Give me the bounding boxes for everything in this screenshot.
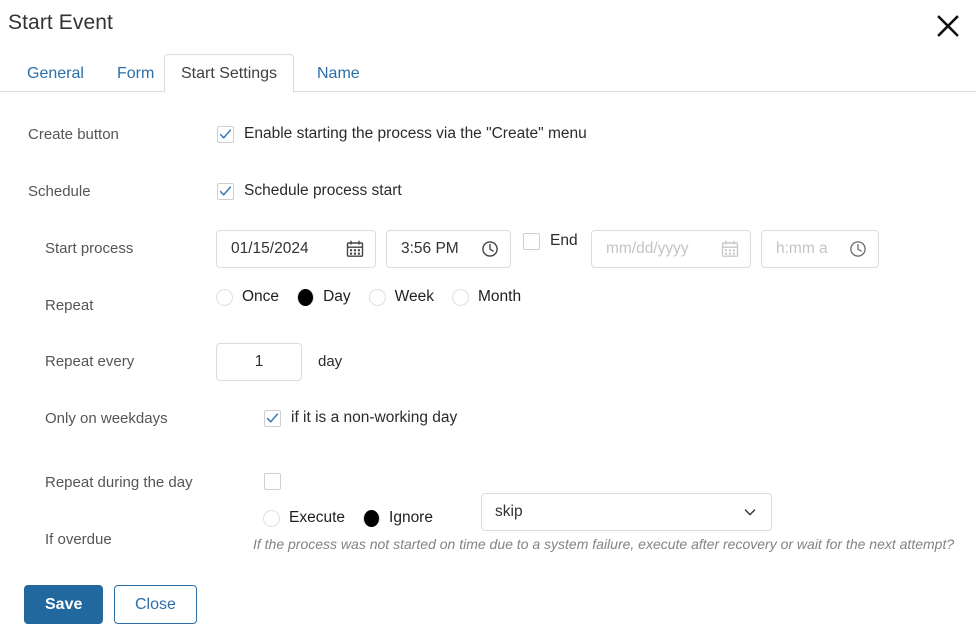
- if-overdue-radio-ignore[interactable]: [363, 509, 381, 527]
- if-overdue-label: If overdue: [45, 531, 112, 548]
- repeat-radio-day[interactable]: [297, 288, 315, 306]
- repeat-radio-once[interactable]: [216, 288, 233, 306]
- chevron-down-icon[interactable]: [743, 505, 771, 519]
- create-button-checkbox-label: Enable starting the process via the "Cre…: [244, 125, 587, 142]
- schedule-checkbox-label: Schedule process start: [244, 182, 402, 199]
- end-time-input[interactable]: h:mm a: [761, 230, 879, 268]
- repeat-during-day-checkbox[interactable]: [264, 473, 281, 490]
- calendar-icon-end[interactable]: [721, 240, 739, 258]
- tab-name[interactable]: Name: [300, 54, 377, 92]
- tab-name-label: Name: [317, 64, 360, 82]
- end-time-placeholder: h:mm a: [776, 240, 828, 257]
- repeat-option-week-label: Week: [394, 288, 434, 305]
- repeat-label: Repeat: [45, 297, 94, 314]
- tab-general[interactable]: General: [10, 54, 101, 92]
- non-working-day-select-value: skip: [495, 503, 523, 520]
- create-button-checkbox[interactable]: [217, 125, 234, 143]
- start-date-input[interactable]: 01/15/2024: [216, 230, 376, 268]
- tab-form-label: Form: [117, 64, 155, 82]
- schedule-label: Schedule: [28, 183, 91, 200]
- start-process-label: Start process: [45, 240, 134, 257]
- repeat-radio-group: Once Day Week Month: [216, 288, 539, 306]
- save-button[interactable]: Save: [24, 585, 104, 624]
- non-working-day-checkbox-label: if it is a non-working day: [291, 409, 458, 426]
- end-checkbox-wrap[interactable]: End: [523, 232, 578, 250]
- non-working-day-select[interactable]: skip: [481, 493, 772, 531]
- repeat-during-day-checkbox-wrap[interactable]: [264, 473, 281, 490]
- repeat-option-month[interactable]: Month: [451, 288, 522, 306]
- clock-icon[interactable]: [481, 240, 499, 258]
- only-on-weekdays-label: Only on weekdays: [45, 410, 168, 427]
- repeat-every-label: Repeat every: [45, 353, 135, 370]
- tab-general-label: General: [27, 64, 84, 82]
- repeat-every-unit: day: [318, 353, 343, 370]
- end-date-input[interactable]: mm/dd/yyyy: [591, 230, 751, 268]
- repeat-option-day-label: Day: [323, 288, 351, 305]
- tab-form[interactable]: Form: [100, 54, 171, 92]
- repeat-option-once[interactable]: Once: [216, 288, 279, 306]
- if-overdue-option-ignore-label: Ignore: [389, 509, 433, 526]
- create-button-label: Create button: [28, 126, 119, 143]
- clock-icon-end[interactable]: [849, 240, 867, 258]
- if-overdue-option-execute[interactable]: Execute: [263, 509, 345, 527]
- close-icon[interactable]: [932, 10, 964, 42]
- end-checkbox-label: End: [550, 232, 578, 249]
- tab-bar: General Form Start Settings Name: [0, 54, 976, 93]
- end-checkbox[interactable]: [523, 232, 540, 250]
- dialog-title: Start Event: [8, 11, 113, 34]
- calendar-icon[interactable]: [346, 240, 364, 258]
- repeat-option-once-label: Once: [242, 288, 280, 305]
- start-date-value: 01/15/2024: [231, 240, 309, 257]
- if-overdue-radio-execute[interactable]: [263, 509, 280, 527]
- tab-start-settings[interactable]: Start Settings: [164, 54, 295, 93]
- end-date-placeholder: mm/dd/yyyy: [606, 240, 689, 257]
- repeat-option-week[interactable]: Week: [368, 288, 434, 306]
- repeat-option-day[interactable]: Day: [297, 288, 351, 306]
- if-overdue-option-execute-label: Execute: [289, 509, 346, 526]
- start-event-dialog: Start Event General Form Start Settings …: [0, 0, 976, 631]
- if-overdue-radio-group: Execute Ignore: [263, 509, 451, 527]
- start-time-value: 3:56 PM: [401, 240, 459, 257]
- repeat-radio-month[interactable]: [451, 288, 469, 306]
- create-button-checkbox-wrap[interactable]: Enable starting the process via the "Cre…: [217, 125, 587, 143]
- non-working-day-checkbox[interactable]: [264, 409, 281, 427]
- non-working-day-checkbox-wrap[interactable]: if it is a non-working day: [264, 409, 457, 427]
- schedule-checkbox-wrap[interactable]: Schedule process start: [217, 182, 402, 200]
- repeat-during-day-label: Repeat during the day: [45, 474, 193, 491]
- repeat-every-input[interactable]: 1: [216, 343, 302, 381]
- start-time-input[interactable]: 3:56 PM: [386, 230, 511, 268]
- tab-start-settings-label: Start Settings: [181, 64, 278, 82]
- if-overdue-hint: If the process was not started on time d…: [253, 536, 955, 552]
- close-button[interactable]: Close: [114, 585, 197, 624]
- if-overdue-option-ignore[interactable]: Ignore: [363, 509, 433, 527]
- repeat-option-month-label: Month: [477, 288, 522, 305]
- repeat-radio-week[interactable]: [368, 288, 386, 306]
- schedule-checkbox[interactable]: [217, 182, 234, 200]
